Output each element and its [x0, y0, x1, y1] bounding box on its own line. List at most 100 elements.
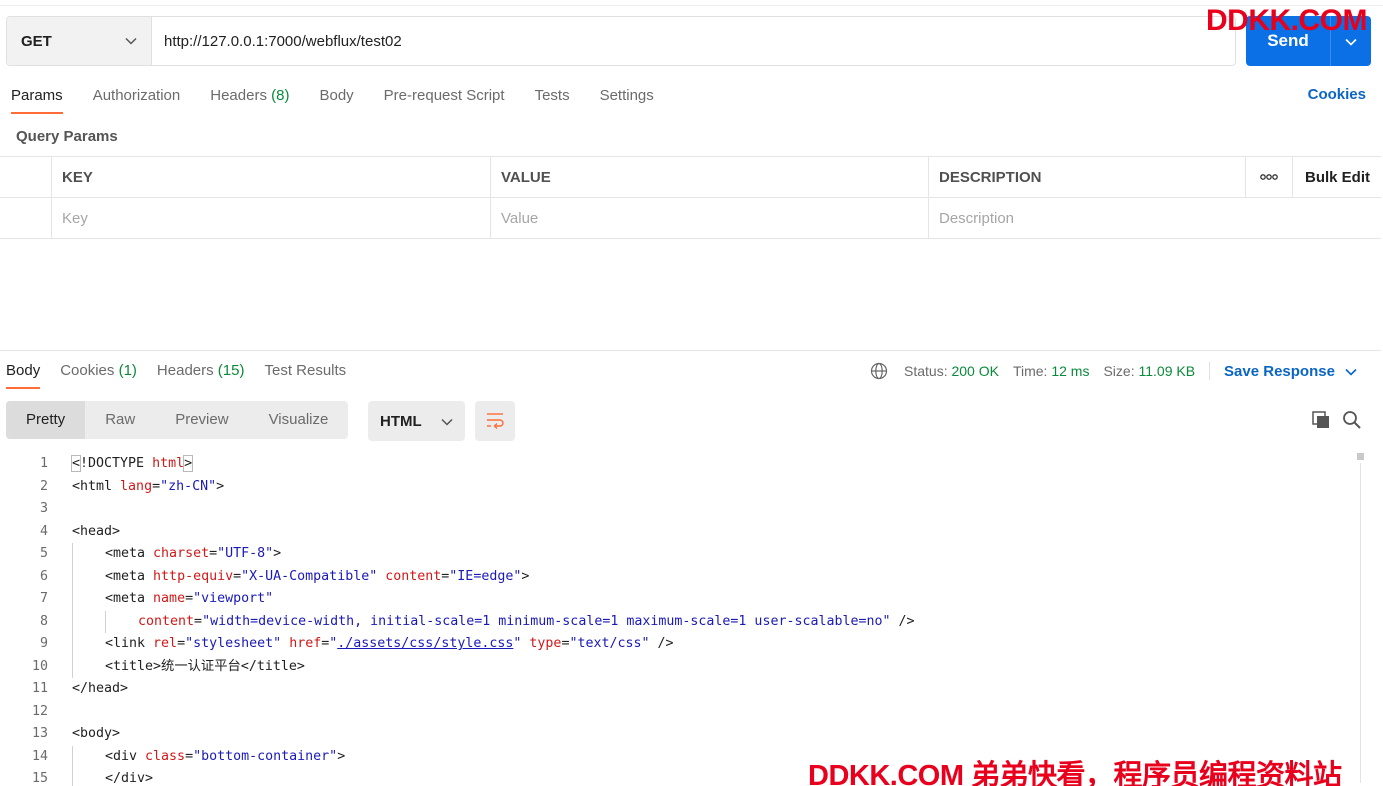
- code-text: <body>: [48, 723, 120, 746]
- code-viewer[interactable]: 1 <!DOCTYPE html> 2 <html lang="zh-CN"> 3 4 <h…: [0, 453, 1355, 786]
- code-token: =: [233, 568, 242, 584]
- indent-guide: [105, 610, 106, 633]
- tab-settings[interactable]: Settings: [589, 84, 665, 116]
- code-text: <head>: [48, 521, 120, 544]
- code-token: <: [70, 455, 82, 472]
- wrap-lines-button[interactable]: [475, 401, 515, 441]
- url-input[interactable]: http://127.0.0.1:7000/webflux/test02: [152, 33, 402, 50]
- line-number: 15: [31, 771, 48, 786]
- response-tab-body[interactable]: Body: [0, 360, 46, 390]
- code-text: content="width=device-width, initial-sca…: [48, 610, 915, 633]
- code-token: !DOCTYPE: [80, 456, 153, 471]
- tab-authorization[interactable]: Authorization: [82, 84, 192, 116]
- code-line: 3: [0, 498, 1355, 521]
- value-input[interactable]: Value: [490, 198, 928, 238]
- description-input[interactable]: Description: [928, 198, 1381, 238]
- raw-button[interactable]: Raw: [85, 401, 155, 439]
- code-line: 6 <meta http-equiv="X-UA-Compatible" cont…: [0, 565, 1355, 588]
- code-line: 4 <head>: [0, 521, 1355, 544]
- code-token: >: [183, 455, 194, 472]
- line-number: 9: [39, 636, 48, 651]
- code-token: </head>: [72, 681, 129, 696]
- tab-headers[interactable]: Headers (8): [199, 84, 300, 116]
- line-number: 2: [39, 478, 48, 494]
- code-text: <title>统一认证平台</title>: [48, 655, 305, 678]
- response-tab-test-results[interactable]: Test Results: [258, 360, 352, 390]
- code-token: =: [209, 546, 218, 561]
- scroll-up-arrow[interactable]: [1357, 453, 1364, 460]
- code-token: lang: [120, 478, 153, 494]
- code-token: >: [337, 748, 346, 764]
- response-tab-headers[interactable]: Headers (15): [151, 360, 251, 390]
- line-number: 5: [39, 546, 48, 561]
- preview-button[interactable]: Preview: [155, 401, 248, 439]
- code-token: =: [177, 636, 186, 651]
- code-scrollbar[interactable]: [1355, 453, 1367, 786]
- response-tab-cookies[interactable]: Cookies (1): [54, 360, 143, 390]
- top-divider: [0, 5, 1383, 6]
- value-header: VALUE: [490, 157, 928, 197]
- pretty-button[interactable]: Pretty: [6, 401, 86, 439]
- code-token: />: [890, 613, 915, 629]
- code-token: />: [649, 636, 674, 651]
- response-divider[interactable]: [0, 350, 1381, 351]
- line-number: 11: [31, 681, 48, 696]
- line-number: 12: [31, 703, 48, 719]
- method-select[interactable]: GET: [7, 17, 152, 65]
- response-tabs: Body Cookies (1) Headers (15) Test Resul…: [0, 360, 360, 390]
- tab-pre-request-script[interactable]: Pre-request Script: [373, 84, 516, 116]
- code-token: "zh-CN": [160, 478, 217, 494]
- copy-icon[interactable]: [1311, 410, 1331, 433]
- tab-tests[interactable]: Tests: [524, 84, 581, 116]
- line-number: 10: [31, 658, 48, 674]
- code-token: class: [145, 748, 186, 764]
- code-text: <!DOCTYPE html>: [48, 453, 194, 476]
- indent-guide: [72, 768, 73, 786]
- code-line: 1 <!DOCTYPE html>: [0, 453, 1355, 476]
- method-label: GET: [21, 32, 52, 50]
- chevron-down-icon[interactable]: [1345, 363, 1357, 379]
- headers-count: (8): [271, 87, 290, 104]
- line-number: 7: [39, 591, 48, 606]
- code-token: <head>: [72, 523, 121, 539]
- indent-guide: [72, 633, 73, 656]
- indent-guide: [72, 565, 73, 588]
- more-dots-icon[interactable]: [1245, 157, 1292, 197]
- watermark-bottom: DDKK.COM 弟弟快看，程序员编程资料站: [808, 760, 1342, 786]
- code-token: rel: [153, 636, 178, 651]
- code-text: <meta http-equiv="X-UA-Compatible" conte…: [48, 565, 530, 588]
- language-select[interactable]: HTML: [368, 401, 465, 441]
- search-icon[interactable]: [1342, 410, 1362, 433]
- code-token: html: [152, 456, 185, 471]
- chevron-down-icon: [125, 34, 137, 48]
- indent-guide: [72, 588, 73, 611]
- bulk-edit-button[interactable]: Bulk Edit: [1292, 157, 1381, 197]
- code-token: >: [273, 546, 282, 561]
- row-checkbox-col: [0, 198, 51, 238]
- code-line: 5 <meta charset="UTF-8">: [0, 543, 1355, 566]
- code-text: </div>: [48, 768, 153, 786]
- code-line: 9 <link rel="stylesheet" href="./assets/c…: [0, 633, 1355, 656]
- code-token: =: [152, 478, 161, 494]
- line-number: 13: [31, 726, 48, 741]
- key-input[interactable]: Key: [51, 198, 490, 238]
- code-token: <meta: [105, 591, 154, 606]
- code-token: <meta: [105, 546, 154, 561]
- code-text: <meta name="viewport": [48, 588, 273, 611]
- response-status-bar: Status: 200 OK Time: 12 ms Size: 11.09 K…: [870, 362, 1357, 380]
- line-number: 14: [31, 748, 48, 764]
- row-checkbox-col: [0, 157, 51, 197]
- key-header: KEY: [51, 157, 490, 197]
- code-token: http-equiv: [153, 568, 234, 584]
- visualize-button[interactable]: Visualize: [249, 401, 349, 439]
- globe-icon[interactable]: [870, 362, 888, 380]
- code-token: >: [521, 568, 530, 584]
- scroll-track[interactable]: [1360, 463, 1361, 783]
- code-token: =: [185, 591, 194, 606]
- cookies-link[interactable]: Cookies: [1308, 86, 1366, 103]
- save-response-button[interactable]: Save Response: [1224, 363, 1335, 380]
- tab-body[interactable]: Body: [308, 84, 364, 116]
- tab-params[interactable]: Params: [0, 84, 74, 116]
